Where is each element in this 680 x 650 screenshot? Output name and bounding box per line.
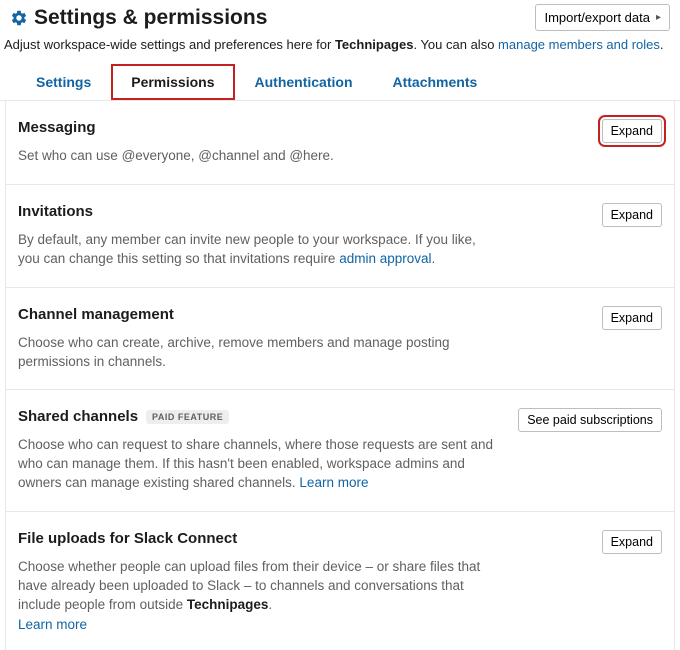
workspace-name: Technipages bbox=[335, 37, 414, 52]
tab-bar: Settings Permissions Authentication Atta… bbox=[0, 64, 680, 101]
expand-button-channel-mgmt[interactable]: Expand bbox=[602, 306, 662, 330]
file-uploads-desc-after: . bbox=[268, 597, 272, 612]
tab-permissions[interactable]: Permissions bbox=[111, 64, 234, 100]
see-paid-subscriptions-button[interactable]: See paid subscriptions bbox=[518, 408, 662, 432]
section-desc-channel-mgmt: Choose who can create, archive, remove m… bbox=[18, 334, 498, 372]
section-title-invitations: Invitations bbox=[18, 203, 93, 220]
tab-attachments[interactable]: Attachments bbox=[373, 64, 498, 100]
section-shared-channels: Shared channels PAID FEATURE See paid su… bbox=[6, 390, 674, 512]
subheader-after: . You can also bbox=[413, 37, 498, 52]
section-title-file-uploads: File uploads for Slack Connect bbox=[18, 530, 237, 547]
section-desc-invitations: By default, any member can invite new pe… bbox=[18, 231, 498, 269]
tab-authentication[interactable]: Authentication bbox=[235, 64, 373, 100]
learn-more-link-file-uploads[interactable]: Learn more bbox=[18, 617, 662, 632]
subheader-text: Adjust workspace-wide settings and prefe… bbox=[0, 31, 680, 64]
expand-button-messaging[interactable]: Expand bbox=[602, 119, 662, 143]
section-desc-shared-channels: Choose who can request to share channels… bbox=[18, 436, 498, 493]
import-export-button[interactable]: Import/export data ▸ bbox=[535, 4, 670, 31]
learn-more-link-shared[interactable]: Learn more bbox=[299, 475, 368, 490]
manage-members-link[interactable]: manage members and roles bbox=[498, 37, 660, 52]
admin-approval-link[interactable]: admin approval bbox=[339, 251, 431, 266]
gear-icon bbox=[10, 9, 28, 27]
file-uploads-workspace: Technipages bbox=[187, 597, 269, 612]
section-title-channel-mgmt: Channel management bbox=[18, 306, 174, 323]
tab-settings[interactable]: Settings bbox=[16, 64, 111, 100]
caret-right-icon: ▸ bbox=[656, 12, 661, 23]
invitations-desc-after: . bbox=[432, 251, 436, 266]
subheader-before: Adjust workspace-wide settings and prefe… bbox=[4, 37, 335, 52]
expand-button-file-uploads[interactable]: Expand bbox=[602, 530, 662, 554]
import-export-label: Import/export data bbox=[544, 10, 650, 25]
section-messaging: Messaging Expand Set who can use @everyo… bbox=[6, 101, 674, 185]
section-desc-file-uploads: Choose whether people can upload files f… bbox=[18, 558, 498, 615]
page-title: Settings & permissions bbox=[34, 6, 267, 30]
section-title-shared-channels: Shared channels bbox=[18, 408, 138, 425]
subheader-period: . bbox=[660, 37, 664, 52]
expand-button-invitations[interactable]: Expand bbox=[602, 203, 662, 227]
section-channel-management: Channel management Expand Choose who can… bbox=[6, 288, 674, 391]
section-file-uploads: File uploads for Slack Connect Expand Ch… bbox=[6, 512, 674, 650]
paid-feature-badge: PAID FEATURE bbox=[146, 410, 229, 424]
section-invitations: Invitations Expand By default, any membe… bbox=[6, 185, 674, 288]
section-desc-messaging: Set who can use @everyone, @channel and … bbox=[18, 147, 498, 166]
section-title-messaging: Messaging bbox=[18, 119, 96, 136]
shared-channels-desc: Choose who can request to share channels… bbox=[18, 437, 493, 490]
page-header: Settings & permissions bbox=[10, 6, 267, 30]
